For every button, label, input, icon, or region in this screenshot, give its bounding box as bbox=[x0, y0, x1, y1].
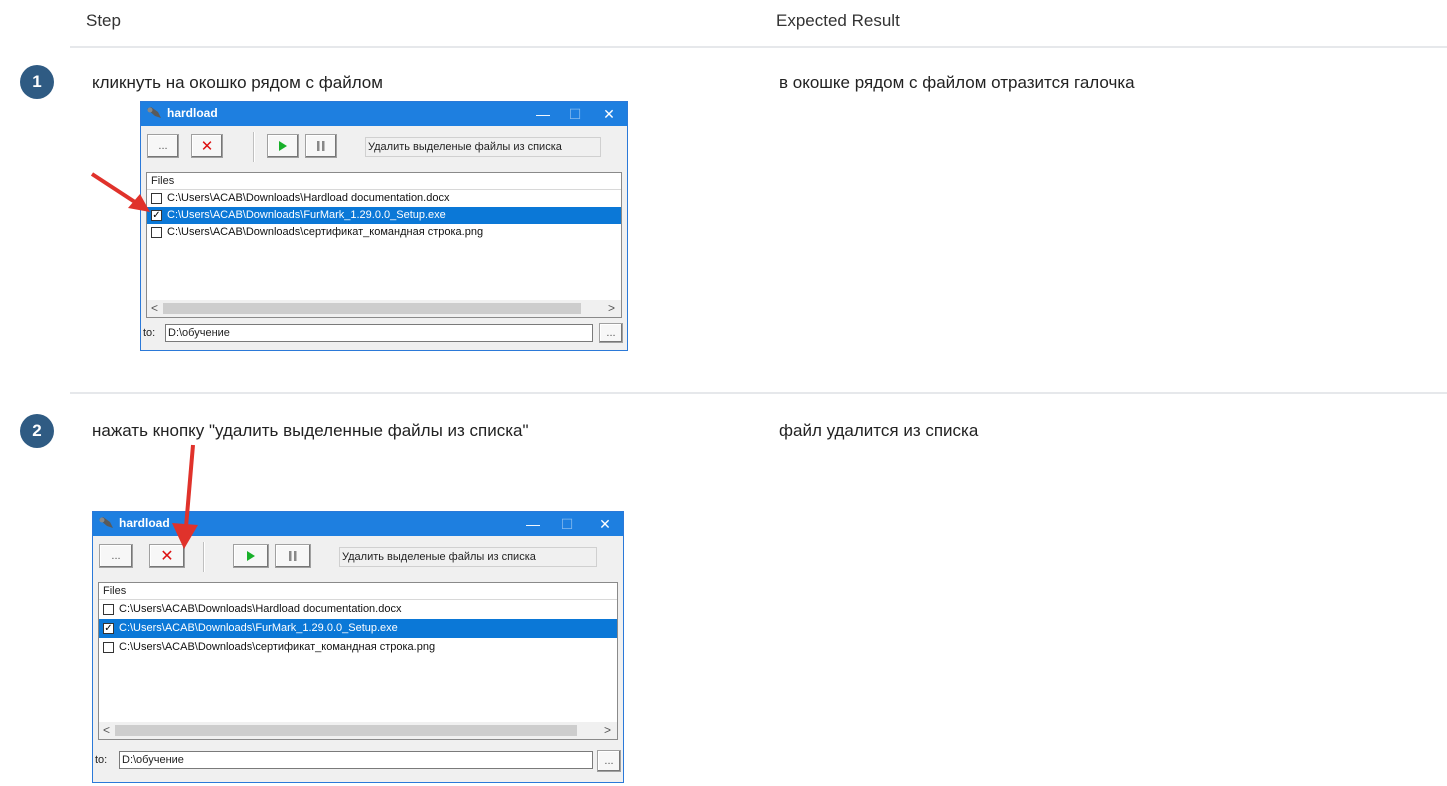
step-number-badge: 1 bbox=[20, 65, 54, 99]
play-icon[interactable] bbox=[233, 544, 269, 568]
minimize-icon[interactable]: — bbox=[533, 104, 553, 124]
checkbox-icon[interactable] bbox=[103, 642, 114, 653]
step-text: кликнуть на окошко рядом с файлом bbox=[92, 73, 383, 92]
play-icon[interactable] bbox=[267, 134, 299, 158]
status-text: Удалить выделеные файлы из списка bbox=[339, 547, 597, 567]
window-title: hardload bbox=[119, 516, 170, 530]
list-item[interactable]: C:\Users\ACAB\Downloads\сертификат_коман… bbox=[147, 224, 621, 241]
destination-browse-button[interactable]: ... bbox=[599, 323, 623, 343]
destination-input[interactable]: D:\обучение bbox=[165, 324, 593, 342]
app-icon bbox=[99, 517, 113, 528]
list-header: Files bbox=[147, 173, 621, 190]
expected-column-header: Expected Result bbox=[776, 11, 900, 30]
horizontal-scrollbar[interactable]: < > bbox=[147, 300, 621, 317]
checkbox-icon[interactable]: ✓ bbox=[103, 623, 114, 634]
to-label: to: bbox=[143, 327, 156, 339]
list-item[interactable]: ✓ C:\Users\ACAB\Downloads\FurMark_1.29.0.… bbox=[147, 207, 621, 224]
app-icon bbox=[147, 107, 161, 118]
maximize-icon[interactable]: ☐ bbox=[557, 514, 577, 534]
red-arrow-icon bbox=[172, 444, 198, 549]
scroll-left-icon[interactable]: < bbox=[151, 301, 158, 315]
to-label: to: bbox=[95, 754, 108, 766]
list-item[interactable]: ✓ C:\Users\ACAB\Downloads\FurMark_1.29.0.… bbox=[99, 619, 617, 638]
minimize-icon[interactable]: — bbox=[523, 514, 543, 534]
screenshot-step-1: hardload — ☐ ✕ ... ✕ Удалить выделеные ф… bbox=[140, 96, 645, 354]
status-text: Удалить выделеные файлы из списка bbox=[365, 137, 601, 157]
close-icon[interactable]: ✕ bbox=[599, 104, 619, 124]
step-number-badge: 2 bbox=[20, 414, 54, 448]
list-item[interactable]: C:\Users\ACAB\Downloads\Hardload documen… bbox=[99, 600, 617, 619]
expected-result-text: в окошке рядом с файлом отразится галочк… bbox=[779, 73, 1135, 92]
scrollbar-thumb[interactable] bbox=[115, 725, 577, 736]
destination-input[interactable]: D:\обучение bbox=[119, 751, 593, 769]
row-divider bbox=[70, 392, 1447, 394]
list-header: Files bbox=[99, 583, 617, 600]
scroll-left-icon[interactable]: < bbox=[103, 723, 110, 737]
browse-button[interactable]: ... bbox=[99, 544, 133, 568]
scrollbar-thumb[interactable] bbox=[163, 303, 581, 314]
scroll-right-icon[interactable]: > bbox=[608, 301, 615, 315]
toolbar: ... ✕ Удалить выделеные файлы из списка bbox=[141, 126, 627, 166]
file-list: Files C:\Users\ACAB\Downloads\Hardload d… bbox=[146, 172, 622, 318]
pause-icon[interactable] bbox=[275, 544, 311, 568]
hardload-window: hardload — ☐ ✕ ... ✕ Удалить выделеные ф… bbox=[140, 101, 628, 351]
step-text: нажать кнопку "удалить выделенные файлы … bbox=[92, 421, 529, 440]
checkbox-icon[interactable] bbox=[103, 604, 114, 615]
red-arrow-icon bbox=[90, 172, 150, 212]
pause-icon[interactable] bbox=[305, 134, 337, 158]
scroll-right-icon[interactable]: > bbox=[604, 723, 611, 737]
window-title: hardload bbox=[167, 106, 218, 120]
close-icon[interactable]: ✕ bbox=[595, 514, 615, 534]
list-item[interactable]: C:\Users\ACAB\Downloads\сертификат_коман… bbox=[99, 638, 617, 657]
delete-icon[interactable]: ✕ bbox=[191, 134, 223, 158]
title-bar: hardload — ☐ ✕ bbox=[141, 102, 627, 126]
checkbox-icon[interactable] bbox=[151, 227, 162, 238]
table-header: Step Expected Result bbox=[70, 0, 1447, 48]
list-item[interactable]: C:\Users\ACAB\Downloads\Hardload documen… bbox=[147, 190, 621, 207]
horizontal-scrollbar[interactable]: < > bbox=[99, 722, 617, 739]
toolbar-separator bbox=[253, 132, 255, 162]
browse-button[interactable]: ... bbox=[147, 134, 179, 158]
maximize-icon[interactable]: ☐ bbox=[565, 104, 585, 124]
expected-result-text: файл удалится из списка bbox=[779, 421, 979, 440]
destination-browse-button[interactable]: ... bbox=[597, 750, 621, 772]
step-column-header: Step bbox=[86, 11, 121, 30]
file-list: Files C:\Users\ACAB\Downloads\Hardload d… bbox=[98, 582, 618, 740]
